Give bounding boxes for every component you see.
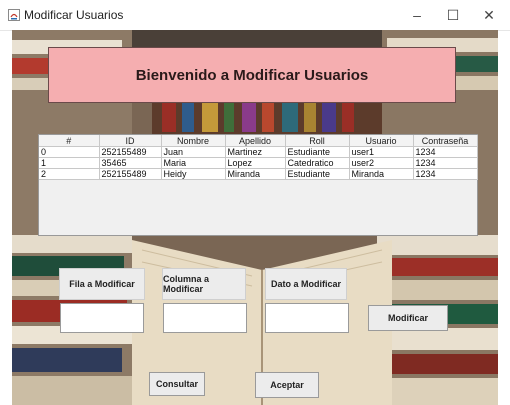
fila-input[interactable] <box>60 303 144 333</box>
table-cell[interactable]: 2 <box>39 168 100 180</box>
columna-label: Columna a Modificar <box>162 268 246 300</box>
dato-label: Dato a Modificar <box>265 268 347 300</box>
table-cell[interactable]: 1234 <box>413 168 478 180</box>
users-table[interactable]: # ID Nombre Apellido Roll Usuario Contra… <box>39 135 478 180</box>
table-cell[interactable]: Heidy <box>161 168 226 180</box>
column-header-apellido[interactable]: Apellido <box>225 135 286 147</box>
table-cell[interactable]: 1234 <box>413 146 478 158</box>
table-cell[interactable]: Catedratico <box>285 157 350 169</box>
table-cell[interactable]: Juan <box>161 146 226 158</box>
column-header-contrasena[interactable]: Contraseña <box>413 135 478 147</box>
table-row[interactable]: 0 252155489 Juan Martinez Estudiante use… <box>39 146 478 158</box>
table-row[interactable]: 2 252155489 Heidy Miranda Estudiante Mir… <box>39 168 478 180</box>
table-cell[interactable]: Miranda <box>349 168 414 180</box>
table-cell[interactable]: Lopez <box>225 157 286 169</box>
table-row[interactable]: 1 35465 Maria Lopez Catedratico user2 12… <box>39 157 478 169</box>
banner-text: Bienvenido a Modificar Usuarios <box>135 66 369 84</box>
main-panel: Bienvenido a Modificar Usuarios # ID Nom… <box>12 30 498 405</box>
close-icon: ✕ <box>483 6 495 23</box>
aceptar-button[interactable]: Aceptar <box>255 372 319 398</box>
table-cell[interactable]: Estudiante <box>285 146 350 158</box>
table-cell[interactable]: Miranda <box>225 168 286 180</box>
table-cell[interactable]: 1234 <box>413 157 478 169</box>
column-header-number[interactable]: # <box>39 135 100 147</box>
columna-input[interactable] <box>163 303 247 333</box>
dato-input[interactable] <box>265 303 349 333</box>
table-cell[interactable]: user1 <box>349 146 414 158</box>
window-title: Modificar Usuarios <box>24 8 124 22</box>
maximize-button[interactable]: ☐ <box>440 4 466 26</box>
table-cell[interactable]: 252155489 <box>99 168 162 180</box>
table-header-row: # ID Nombre Apellido Roll Usuario Contra… <box>39 135 478 147</box>
welcome-banner: Bienvenido a Modificar Usuarios <box>48 47 456 103</box>
consultar-button[interactable]: Consultar <box>149 372 205 396</box>
minimize-button[interactable]: – <box>404 4 430 26</box>
table-cell[interactable]: 35465 <box>99 157 162 169</box>
table-cell[interactable]: 252155489 <box>99 146 162 158</box>
table-cell[interactable]: 0 <box>39 146 100 158</box>
close-button[interactable]: ✕ <box>476 4 502 26</box>
column-header-usuario[interactable]: Usuario <box>349 135 414 147</box>
table-cell[interactable]: user2 <box>349 157 414 169</box>
title-bar: Modificar Usuarios – ☐ ✕ <box>0 0 510 31</box>
table-cell[interactable]: Maria <box>161 157 226 169</box>
column-header-nombre[interactable]: Nombre <box>161 135 226 147</box>
maximize-icon: ☐ <box>446 6 460 23</box>
column-header-roll[interactable]: Roll <box>285 135 350 147</box>
modificar-button[interactable]: Modificar <box>368 305 448 331</box>
table-cell[interactable]: Estudiante <box>285 168 350 180</box>
minimize-icon: – <box>413 7 421 23</box>
users-table-scrollpane[interactable]: # ID Nombre Apellido Roll Usuario Contra… <box>38 134 478 236</box>
column-header-id[interactable]: ID <box>99 135 162 147</box>
table-cell[interactable]: Martinez <box>225 146 286 158</box>
fila-label: Fila a Modificar <box>59 268 145 300</box>
java-app-icon <box>8 9 20 21</box>
table-cell[interactable]: 1 <box>39 157 100 169</box>
